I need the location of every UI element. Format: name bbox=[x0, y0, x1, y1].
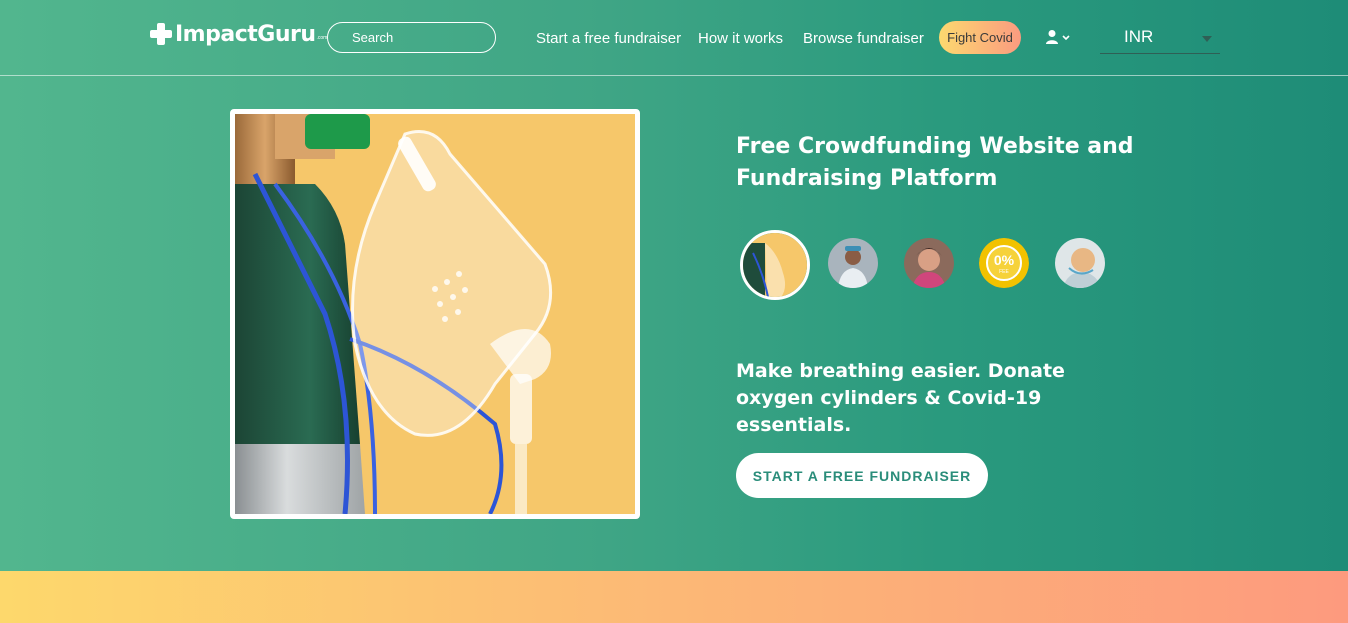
fight-covid-button[interactable]: Fight Covid bbox=[939, 21, 1021, 54]
hero-title: Free Crowdfunding Website and Fundraisin… bbox=[736, 134, 1134, 191]
thumbnail-oxygen[interactable] bbox=[740, 230, 810, 300]
thumbnail-doctor[interactable] bbox=[828, 238, 878, 288]
plus-cross-icon bbox=[150, 23, 172, 45]
zero-fee-sublabel: FEE bbox=[999, 269, 1009, 275]
hero-image-oxygen-mask bbox=[230, 109, 640, 519]
chevron-down-icon bbox=[1062, 35, 1070, 41]
oxygen-thumbnail-image bbox=[743, 233, 807, 297]
nav-browse-fundraiser[interactable]: Browse fundraiser bbox=[803, 30, 924, 47]
hero-subtitle: Make breathing easier. Donate oxygen cyl… bbox=[736, 360, 1065, 436]
nav-how-it-works[interactable]: How it works bbox=[698, 30, 783, 47]
currency-value: INR bbox=[1124, 27, 1154, 46]
oxygen-mask-illustration bbox=[235, 114, 635, 514]
logo-text: ImpactGuru bbox=[175, 21, 316, 47]
patient-thumbnail-image bbox=[1055, 238, 1105, 288]
user-menu-button[interactable] bbox=[1045, 29, 1073, 47]
child-thumbnail-image bbox=[904, 238, 954, 288]
search-input[interactable] bbox=[327, 22, 496, 53]
user-icon bbox=[1046, 30, 1070, 44]
start-fundraiser-button[interactable]: START A FREE FUNDRAISER bbox=[736, 453, 988, 498]
caret-down-icon bbox=[1202, 36, 1212, 42]
thumbnail-zero-fee[interactable]: 0% FEE bbox=[979, 238, 1029, 288]
doctor-thumbnail-image bbox=[828, 238, 878, 288]
hero-section: ImpactGuru .com Start a free fundraiser … bbox=[0, 0, 1348, 571]
logo-suffix: .com bbox=[316, 35, 328, 41]
site-header: ImpactGuru .com Start a free fundraiser … bbox=[0, 0, 1348, 76]
zero-fee-label: 0% bbox=[993, 252, 1015, 268]
bottom-gradient-band bbox=[0, 571, 1348, 623]
thumbnail-child[interactable] bbox=[904, 238, 954, 288]
thumbnail-patient[interactable] bbox=[1055, 238, 1105, 288]
logo[interactable]: ImpactGuru .com bbox=[150, 19, 327, 49]
campaign-thumbnails: 0% FEE bbox=[740, 230, 1110, 300]
currency-select[interactable]: INR bbox=[1100, 22, 1220, 54]
nav-start-fundraiser[interactable]: Start a free fundraiser bbox=[536, 30, 681, 47]
